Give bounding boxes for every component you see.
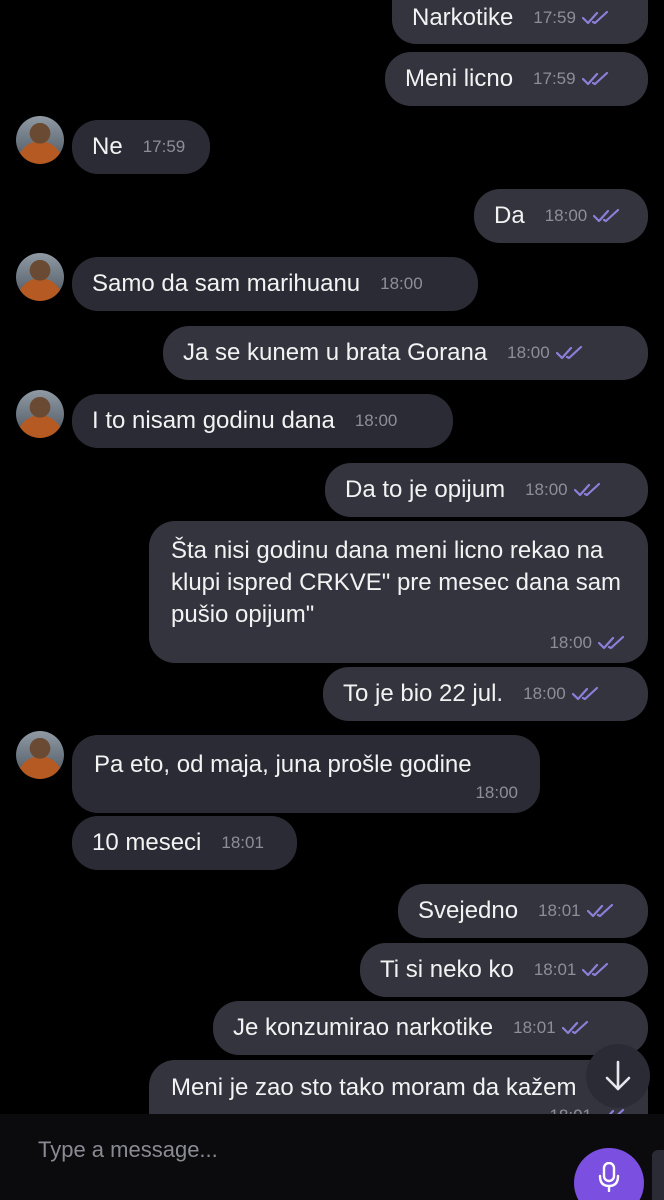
message-time: 18:01	[221, 833, 264, 852]
message-time: 17:59	[142, 137, 186, 156]
message-time: 18:01	[538, 901, 581, 920]
message-bubble-incoming[interactable]: Ne 17:59	[72, 120, 210, 174]
contact-avatar[interactable]	[16, 116, 64, 164]
double-check-icon	[555, 345, 582, 360]
message-text: Meni licno	[405, 65, 514, 92]
message-time: 18:01	[549, 1106, 592, 1114]
contact-avatar[interactable]	[16, 253, 64, 301]
contact-avatar[interactable]	[16, 731, 64, 779]
message-input[interactable]: Type a message...	[38, 1137, 218, 1163]
double-check-icon	[561, 1020, 588, 1035]
message-text: Šta nisi godinu dana meni licno rekao na…	[171, 537, 622, 628]
message-time: 18:00	[525, 480, 568, 499]
double-check-icon	[581, 10, 609, 25]
message-text: Da	[494, 202, 525, 229]
message-bubble-outgoing[interactable]: Meni licno 17:59	[385, 52, 648, 106]
message-text: To je bio 22 jul.	[343, 680, 504, 707]
message-text: Svejedno	[418, 897, 519, 924]
message-time: 18:01	[513, 1018, 556, 1037]
message-bubble-outgoing[interactable]: Ja se kunem u brata Gorana 18:00	[163, 326, 648, 380]
message-text: Da to je opijum	[345, 476, 506, 503]
arrow-down-icon	[605, 1060, 631, 1091]
message-bubble-incoming[interactable]: Pa eto, od maja, juna prošle godine 18:0…	[72, 735, 540, 813]
message-time: 18:00	[475, 783, 518, 802]
message-bubble-incoming[interactable]: 10 meseci 18:01	[72, 816, 297, 870]
double-check-icon	[598, 635, 625, 650]
message-text: Ja se kunem u brata Gorana	[183, 339, 488, 366]
message-time: 18:00	[523, 684, 566, 703]
message-text: Samo da sam marihuanu	[92, 270, 361, 297]
side-panel-edge	[652, 1150, 664, 1200]
message-time: 18:01	[533, 960, 577, 979]
contact-avatar[interactable]	[16, 390, 64, 438]
message-time: 17:59	[533, 69, 576, 88]
message-text: Je konzumirao narkotike	[233, 1014, 494, 1041]
double-check-icon	[593, 208, 620, 223]
message-time: 18:00	[507, 343, 550, 362]
double-check-icon	[586, 903, 613, 918]
microphone-icon	[598, 1162, 620, 1192]
message-bubble-outgoing[interactable]: Je konzumirao narkotike 18:01	[213, 1001, 648, 1055]
message-bubble-incoming[interactable]: Samo da sam marihuanu 18:00	[72, 257, 478, 311]
message-text: Pa eto, od maja, juna prošle godine	[94, 751, 472, 778]
message-time: 18:00	[544, 206, 588, 225]
double-check-icon	[581, 71, 608, 86]
message-text: Ne	[92, 133, 123, 160]
message-time: 18:00	[380, 274, 423, 293]
message-bubble-outgoing[interactable]: Ti si neko ko 18:01	[360, 943, 648, 997]
chat-history[interactable]: Narkotike 17:59 Meni licno 17:59 Ne 17:5…	[0, 0, 664, 1114]
message-bubble-outgoing[interactable]: Narkotike 17:59	[392, 0, 648, 44]
double-check-icon	[573, 482, 600, 497]
message-bubble-outgoing[interactable]: Meni je zao sto tako moram da kažem 18:0…	[149, 1060, 648, 1114]
message-bubble-outgoing[interactable]: Šta nisi godinu dana meni licno rekao na…	[149, 521, 648, 663]
message-text: Meni je zao sto tako moram da kažem	[171, 1074, 577, 1101]
message-bubble-outgoing[interactable]: To je bio 22 jul. 18:00	[323, 667, 648, 721]
message-time: 17:59	[533, 8, 576, 27]
double-check-icon	[571, 686, 598, 701]
message-text: I to nisam godinu dana	[92, 407, 335, 434]
message-bubble-incoming[interactable]: I to nisam godinu dana 18:00	[72, 394, 453, 448]
message-text: 10 meseci	[92, 829, 202, 856]
message-bubble-outgoing[interactable]: Svejedno 18:01	[398, 884, 648, 938]
double-check-icon	[582, 962, 609, 977]
message-bubble-outgoing[interactable]: Da to je opijum 18:00	[325, 463, 648, 517]
message-time: 18:00	[354, 411, 398, 430]
message-time: 18:00	[549, 633, 592, 652]
message-text: Narkotike	[412, 4, 514, 31]
message-text: Ti si neko ko	[380, 956, 514, 983]
scroll-to-bottom-button[interactable]	[586, 1044, 650, 1108]
message-bubble-outgoing[interactable]: Da 18:00	[474, 189, 648, 243]
